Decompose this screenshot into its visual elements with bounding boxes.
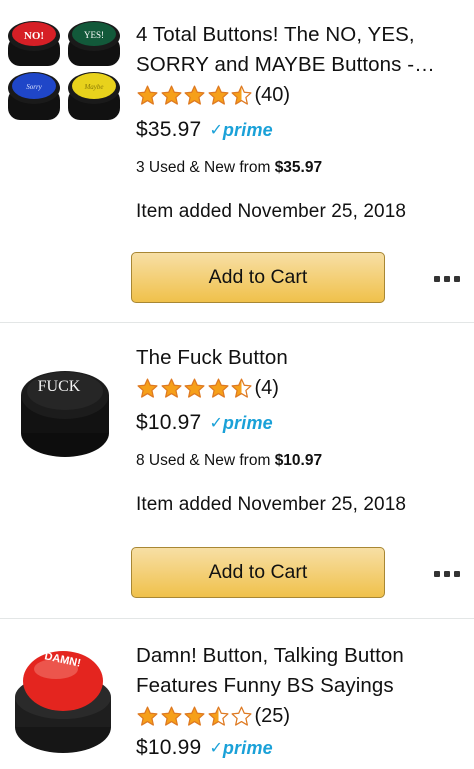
offers-price: $35.97: [274, 159, 323, 176]
prime-label: prime: [222, 737, 273, 758]
product-image[interactable]: NO! YES! Sorry Maybe: [6, 12, 124, 130]
product-title[interactable]: The Fuck Button: [136, 343, 466, 373]
star-full-icon: [137, 377, 158, 398]
used-new-offers[interactable]: 8 Used & New from $10.97: [136, 452, 466, 470]
star-half-icon: [207, 705, 229, 726]
star-full-icon: [160, 377, 182, 398]
image-label: Maybe: [83, 83, 103, 91]
check-icon: ✓: [209, 122, 223, 139]
star-full-icon: [207, 377, 229, 398]
add-to-cart-button[interactable]: Add to Cart: [131, 547, 385, 598]
rating-count[interactable]: (25): [255, 705, 291, 728]
item-added-date: Item added November 25, 2018: [136, 494, 407, 515]
product-image[interactable]: DAMN!: [6, 641, 124, 759]
offers-text: 3 Used & New from: [136, 159, 275, 176]
star-full-icon: [184, 84, 205, 105]
rating-row[interactable]: (40): [136, 82, 466, 108]
offers-price: $10.97: [274, 452, 323, 469]
star-full-icon: [160, 84, 182, 105]
product-title[interactable]: 4 Total Buttons! The NO, YES, SORRY and …: [136, 20, 466, 80]
product-image[interactable]: FUCK: [6, 349, 124, 467]
star-full-icon: [137, 705, 158, 726]
prime-label: prime: [222, 119, 273, 140]
prime-badge: ✓ prime: [209, 120, 272, 141]
star-rating: [136, 84, 254, 107]
star-full-icon: [207, 84, 229, 105]
image-label: Sorry: [26, 83, 42, 91]
star-empty-icon: [231, 705, 252, 726]
offers-text: 8 Used & New from: [136, 452, 275, 469]
star-full-icon: [137, 84, 158, 105]
check-icon: ✓: [209, 740, 223, 757]
product-card[interactable]: FUCK The Fuck Button (4) $10.97 ✓ prime 8…: [0, 323, 474, 618]
image-label: FUCK: [38, 378, 81, 395]
star-full-icon: [184, 705, 205, 726]
price: $10.99: [136, 736, 202, 759]
prime-label: prime: [222, 412, 273, 433]
product-title[interactable]: Damn! Button, Talking Button Features Fu…: [136, 641, 466, 701]
used-new-offers[interactable]: 3 Used & New from $35.97: [136, 159, 466, 177]
image-label: NO!: [24, 30, 44, 42]
star-full-icon: [184, 377, 205, 398]
product-card[interactable]: DAMN! Damn! Button, Talking Button Featu…: [0, 619, 474, 769]
prime-badge: ✓ prime: [209, 738, 272, 759]
star-full-icon: [160, 705, 182, 726]
price: $10.97: [136, 411, 202, 434]
star-rating: [136, 377, 254, 400]
prime-badge: ✓ prime: [209, 413, 272, 434]
rating-row[interactable]: (4): [136, 375, 466, 401]
more-options-icon[interactable]: [434, 276, 460, 282]
item-added-date: Item added November 25, 2018: [136, 201, 407, 222]
check-icon: ✓: [209, 415, 223, 432]
rating-count[interactable]: (4): [255, 377, 279, 400]
star-half-icon: [231, 84, 252, 105]
more-options-icon[interactable]: [434, 571, 460, 577]
add-to-cart-button[interactable]: Add to Cart: [131, 252, 385, 303]
product-card[interactable]: NO! YES! Sorry Maybe 4 Total Buttons! Th…: [0, 0, 474, 322]
rating-row[interactable]: (25): [136, 703, 466, 729]
price: $35.97: [136, 118, 202, 141]
image-label: YES!: [84, 30, 104, 40]
rating-count[interactable]: (40): [255, 84, 291, 107]
star-rating: [136, 705, 254, 728]
star-half-icon: [231, 377, 252, 398]
